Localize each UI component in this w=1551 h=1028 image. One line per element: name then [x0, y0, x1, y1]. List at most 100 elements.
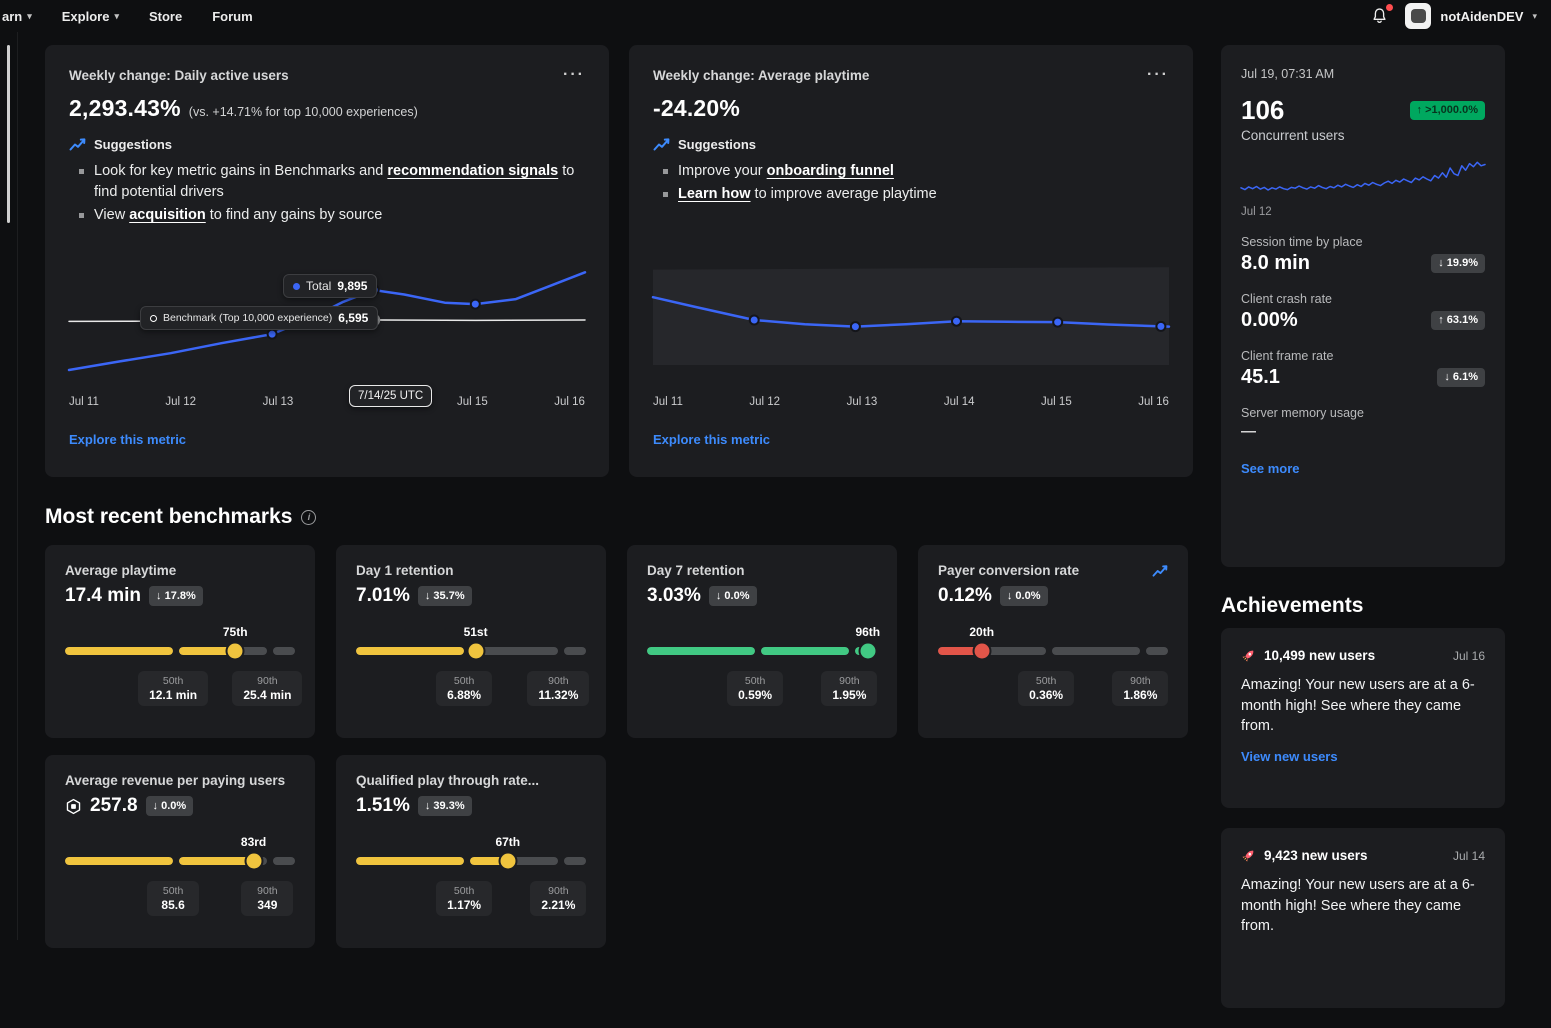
stat-label: Server memory usage — [1241, 406, 1485, 420]
stat-value: 8.0 min — [1241, 252, 1310, 275]
stat-label: Client crash rate — [1241, 292, 1485, 306]
percentile-label: 51st — [464, 625, 488, 639]
percentile-label: 96th — [855, 625, 880, 639]
stat-value: — — [1241, 423, 1255, 440]
notifications-button[interactable] — [1370, 6, 1390, 26]
percentile-label: 75th — [223, 625, 248, 639]
percentile-marker[interactable] — [974, 644, 989, 659]
chart-tooltip-benchmark: Benchmark (Top 10,000 experience) 6,595 — [140, 306, 378, 330]
chevron-down-icon: ▾ — [27, 12, 32, 21]
series-dot-total — [293, 283, 300, 290]
dau-weekly-change-card: Weekly change: Daily active users ··· 2,… — [45, 45, 609, 477]
p50-box: 50th 1.17% — [436, 881, 492, 916]
percentile-marker[interactable] — [500, 854, 515, 869]
stat-change-badge: ↓ 6.1% — [1437, 368, 1485, 387]
nav-item-store[interactable]: Store — [149, 9, 182, 24]
percentile-label: 67th — [495, 835, 520, 849]
benchmark-value: 7.01% — [356, 585, 410, 607]
slider-segment — [65, 647, 173, 655]
suggestion-link[interactable]: recommendation signals — [387, 163, 558, 179]
more-menu-button[interactable]: ··· — [1147, 67, 1169, 83]
achievements-heading: Achievements — [1221, 594, 1363, 618]
percentile-slider: 96th — [647, 647, 877, 655]
suggestion-link[interactable]: acquisition — [129, 207, 206, 223]
nav-item-forum[interactable]: Forum — [212, 9, 252, 24]
sparkline-axis-label: Jul 12 — [1241, 206, 1485, 218]
stat-label: Client frame rate — [1241, 349, 1485, 363]
bullet-icon — [663, 192, 668, 197]
x-axis: Jul 11Jul 12Jul 13Jul 14Jul 15Jul 16 — [653, 396, 1169, 408]
chevron-down-icon: ▾ — [1532, 12, 1537, 21]
chart-tooltip-total: Total 9,895 — [283, 274, 377, 298]
p90-box: 90th 11.32% — [527, 671, 589, 706]
user-menu[interactable]: notAidenDEV ▾ — [1405, 3, 1537, 29]
slider-segment — [1052, 647, 1141, 655]
change-badge: ↓ 35.7% — [418, 586, 472, 605]
percentile-marker[interactable] — [468, 644, 483, 659]
info-icon[interactable]: i — [301, 510, 316, 525]
percentile-label: 83rd — [241, 835, 266, 849]
p50-box: 50th 6.88% — [436, 671, 492, 706]
benchmark-value: 0.12% — [938, 585, 992, 607]
sidebar-stat: Client crash rate 0.00% ↑ 63.1% — [1241, 292, 1485, 332]
suggestion-link[interactable]: onboarding funnel — [767, 163, 894, 179]
suggestion-item: Look for key metric gains in Benchmarks … — [69, 161, 585, 203]
nav-item-explore[interactable]: Explore▾ — [62, 9, 119, 24]
slider-segment — [179, 647, 268, 655]
benchmark-value: 17.4 min — [65, 585, 141, 607]
benchmark-value: 1.51% — [356, 795, 410, 817]
p90-box: 90th 1.86% — [1112, 671, 1168, 706]
ccu-change-badge: ↑ >1,000.0% — [1410, 101, 1485, 120]
slider-segment — [761, 647, 850, 655]
concurrent-users-value: 106 — [1241, 95, 1284, 126]
x-tick: Jul 16 — [554, 396, 585, 408]
x-tick: Jul 11 — [69, 396, 99, 408]
nav-right: notAidenDEV ▾ — [1370, 0, 1537, 32]
explore-metric-link[interactable]: Explore this metric — [653, 432, 770, 447]
signals-icon — [1152, 564, 1168, 578]
robux-icon — [65, 798, 82, 815]
nav-item-arn[interactable]: arn▾ — [2, 9, 32, 24]
rocket-icon — [1241, 848, 1256, 863]
more-menu-button[interactable]: ··· — [563, 67, 585, 83]
sidebar-stat: Session time by place 8.0 min ↓ 19.9% — [1241, 235, 1485, 275]
stat-value: 0.00% — [1241, 309, 1298, 332]
suggestions-list: Look for key metric gains in Benchmarks … — [69, 161, 585, 226]
nav-left: arn▾ Explore▾ Store Forum — [0, 9, 253, 24]
benchmark-value: 3.03% — [647, 585, 701, 607]
view-new-users-link[interactable]: View new users — [1241, 749, 1338, 764]
left-scrollbar-thumb[interactable] — [7, 45, 10, 223]
percentile-marker[interactable] — [860, 644, 875, 659]
slider-segment — [647, 647, 755, 655]
chevron-down-icon: ▾ — [114, 12, 119, 21]
p90-box: 90th 2.21% — [530, 881, 586, 916]
percentile-marker[interactable] — [246, 854, 261, 869]
suggestion-link[interactable]: Learn how — [678, 186, 751, 202]
slider-segment — [273, 857, 295, 865]
percentile-slider: 20th — [938, 647, 1168, 655]
benchmark-title: Day 7 retention — [647, 563, 745, 578]
p50-box: 50th 0.59% — [727, 671, 783, 706]
playtime-line-chart[interactable] — [653, 260, 1169, 380]
p90-box: 90th 1.95% — [821, 671, 877, 706]
benchmark-cards: Average playtime 17.4 min ↓ 17.8% 75th 5… — [45, 545, 1188, 948]
percentile-label: 20th — [969, 625, 994, 639]
chart-tooltip-date: 7/14/25 UTC — [349, 385, 432, 407]
benchmark-card: Day 7 retention 3.03% ↓ 0.0% 96th 50th 0… — [627, 545, 897, 738]
signals-icon — [653, 137, 670, 152]
see-more-link[interactable]: See more — [1241, 461, 1300, 476]
sidebar-stat: Client frame rate 45.1 ↓ 6.1% — [1241, 349, 1485, 389]
notification-dot — [1386, 4, 1393, 11]
suggestions-label: Suggestions — [678, 137, 756, 152]
change-badge: ↓ 0.0% — [146, 796, 194, 815]
username: notAidenDEV — [1440, 9, 1523, 24]
achievement-card: 10,499 new users Jul 16 Amazing! Your ne… — [1221, 628, 1505, 808]
achievement-title: 10,499 new users — [1264, 648, 1445, 663]
stat-change-badge: ↑ 63.1% — [1431, 311, 1485, 330]
percentile-marker[interactable] — [228, 644, 243, 659]
explore-metric-link[interactable]: Explore this metric — [69, 432, 186, 447]
x-tick: Jul 14 — [944, 396, 975, 408]
bullet-icon — [79, 169, 84, 174]
achievement-card: 9,423 new users Jul 14 Amazing! Your new… — [1221, 828, 1505, 1008]
percentile-slider: 75th — [65, 647, 295, 655]
